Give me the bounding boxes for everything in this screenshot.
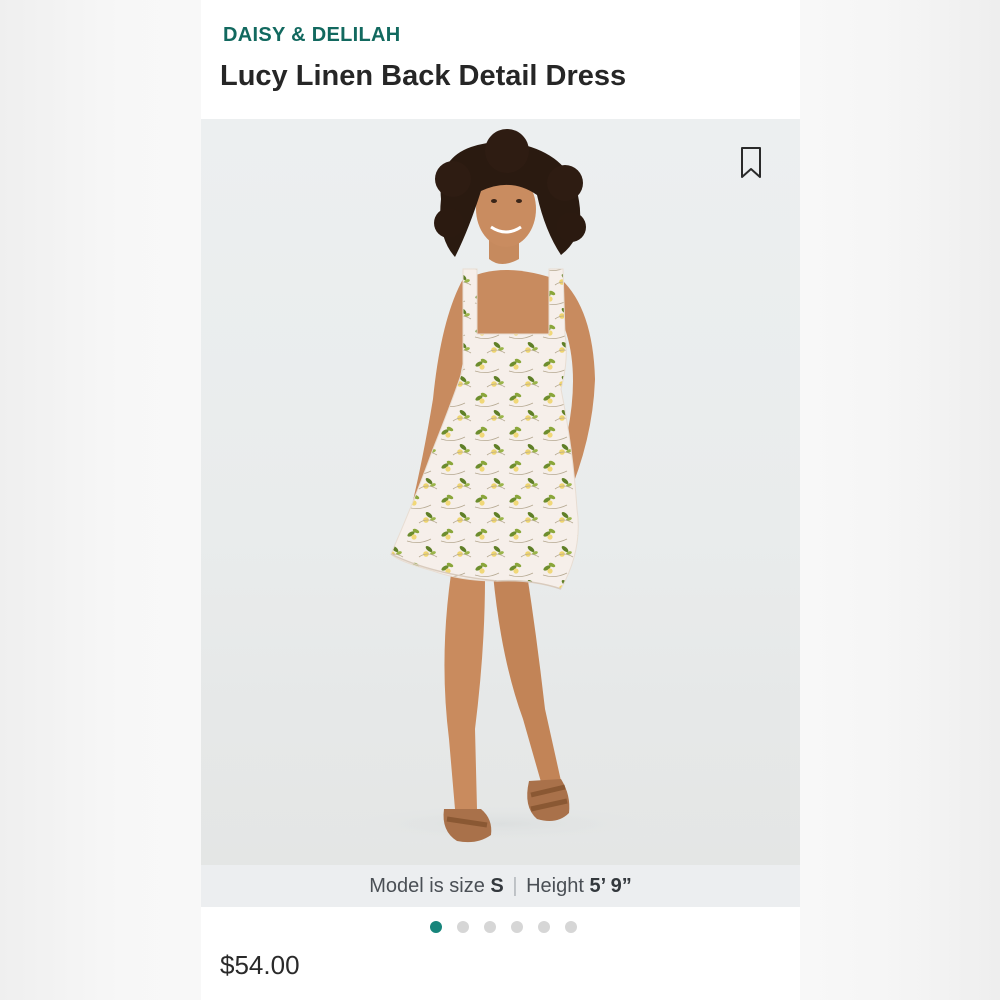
carousel-dot-1[interactable] xyxy=(429,921,442,933)
product-image[interactable] xyxy=(201,119,800,865)
brand-name[interactable]: DAISY & DELILAH xyxy=(223,24,400,47)
product-card: DAISY & DELILAH Lucy Linen Back Detail D… xyxy=(201,0,800,1000)
model-size-caption: Model is size S | Height 5’ 9” xyxy=(201,865,800,907)
model-illustration xyxy=(311,129,691,846)
model-size-label: Model is size xyxy=(369,875,485,897)
carousel-dot-3[interactable] xyxy=(483,921,496,933)
product-price: $54.00 xyxy=(220,950,300,980)
bookmark-icon[interactable] xyxy=(737,145,765,181)
carousel-dot-4[interactable] xyxy=(510,921,523,933)
model-size-value: S xyxy=(490,875,504,897)
background-left xyxy=(0,0,201,1000)
carousel-indicator xyxy=(201,921,800,935)
product-title: Lucy Linen Back Detail Dress xyxy=(220,60,627,92)
carousel-dot-6[interactable] xyxy=(564,921,577,933)
caption-separator: | xyxy=(512,875,518,897)
model-height-value: 5’ 9” xyxy=(589,875,632,897)
model-height-label: Height xyxy=(526,875,584,897)
carousel-dot-2[interactable] xyxy=(456,921,469,933)
background-right xyxy=(799,0,1000,1000)
carousel-dot-5[interactable] xyxy=(537,921,550,933)
